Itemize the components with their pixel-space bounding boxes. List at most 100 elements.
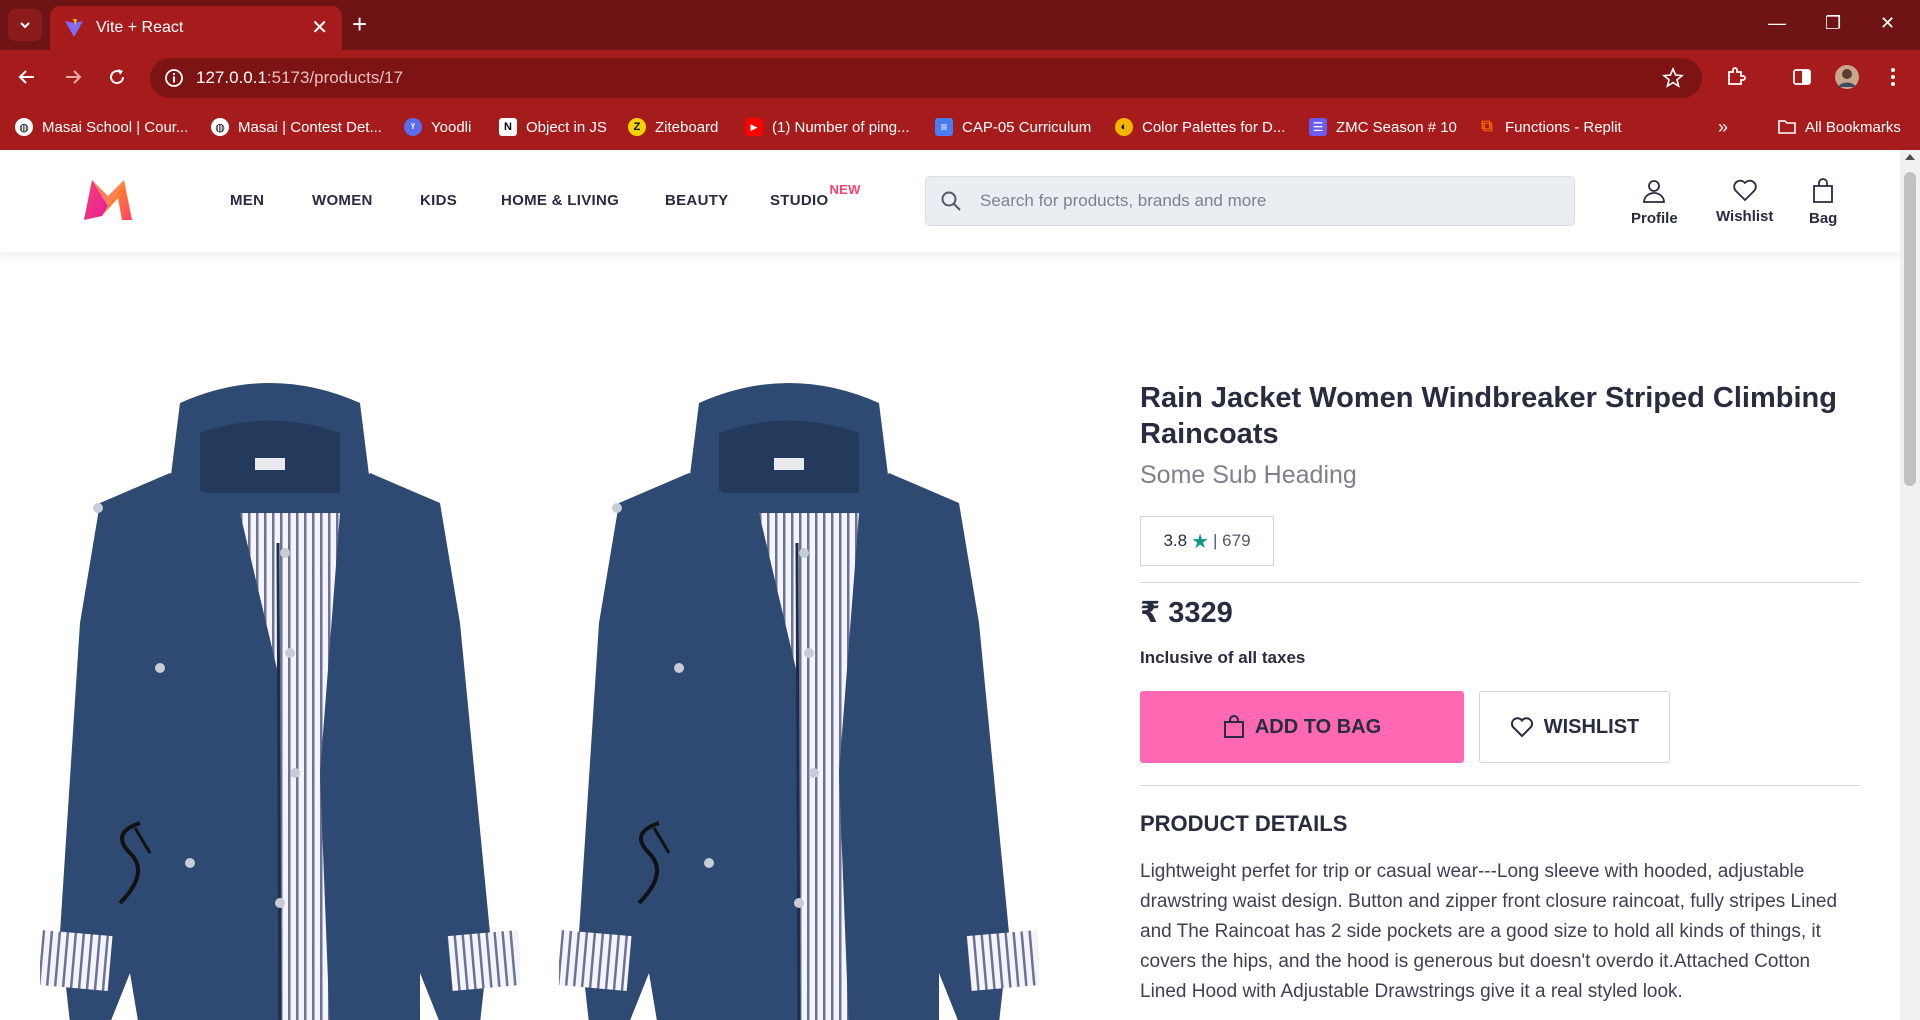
bookmark-label: Yoodli <box>431 118 472 136</box>
nav-kids[interactable]: KIDS <box>420 192 457 209</box>
nav-men[interactable]: MEN <box>230 192 264 209</box>
more-vertical-icon <box>1891 68 1895 86</box>
bookmark-label: Color Palettes for D... <box>1142 118 1286 136</box>
bookmark-item[interactable]: ▶ (1) Number of ping... <box>745 115 910 139</box>
bookmark-item[interactable]: ◍ Masai | Contest Det... <box>211 115 382 139</box>
bookmarks-bar: ◍ Masai School | Cour... ◍ Masai | Contest… <box>0 104 1920 150</box>
star-icon[interactable] <box>1662 67 1684 89</box>
nav-home-living[interactable]: HOME & LIVING <box>501 192 619 209</box>
globe-icon: ◍ <box>15 118 33 136</box>
arrow-left-icon <box>18 70 34 84</box>
address-bar[interactable]: 127.0.0.1:5173/products/17 <box>150 58 1702 98</box>
product-image-2[interactable] <box>559 373 1039 1020</box>
forward-button[interactable] <box>58 62 88 92</box>
reload-icon <box>110 69 125 85</box>
add-to-bag-button[interactable]: ADD TO BAG <box>1140 691 1464 763</box>
chevron-double-right-icon: » <box>1718 116 1729 137</box>
site-header: MEN WOMEN KIDS HOME & LIVING BEAUTY STUD… <box>0 150 1900 252</box>
puzzle-icon <box>1728 67 1746 85</box>
wishlist-button[interactable]: Wishlist <box>1716 178 1773 225</box>
search-icon <box>941 191 961 211</box>
reload-button[interactable] <box>102 62 132 92</box>
replit-icon: ⧉ <box>1481 118 1493 135</box>
restore-button[interactable]: ❐ <box>1825 12 1841 34</box>
bookmark-item[interactable]: ᵞ Yoodli <box>404 115 471 139</box>
bookmark-label: (1) Number of ping... <box>772 118 910 136</box>
browser-tab-bar: Vite + React ✕ + — ❐ ✕ <box>0 0 1920 50</box>
url-path: :5173/products/17 <box>266 68 404 87</box>
notion-icon: N <box>499 118 517 136</box>
page-viewport: MEN WOMEN KIDS HOME & LIVING BEAUTY STUD… <box>0 150 1900 1020</box>
bag-button[interactable]: Bag <box>1809 178 1837 227</box>
bookmark-label: Object in JS <box>526 118 607 136</box>
scroll-up-arrow-icon[interactable] <box>1905 154 1915 160</box>
myntra-logo[interactable] <box>78 176 138 224</box>
bookmark-item[interactable]: ≡ CAP-05 Curriculum <box>935 115 1091 139</box>
list-icon: ☰ <box>1309 118 1327 136</box>
scrollbar-thumb[interactable] <box>1904 172 1916 486</box>
bookmark-label: Masai School | Cour... <box>42 118 189 136</box>
bookmark-item[interactable]: ⧉ Functions - Replit <box>1478 115 1622 139</box>
product-details-heading: PRODUCT DETAILS <box>1140 811 1348 836</box>
nav-beauty[interactable]: BEAUTY <box>665 192 728 209</box>
profile-avatar-button[interactable] <box>1832 62 1862 92</box>
yoodli-icon: ᵞ <box>404 118 422 136</box>
docs-icon: ≡ <box>935 118 953 136</box>
close-icon[interactable]: ✕ <box>311 18 328 38</box>
bookmark-item[interactable]: Z Ziteboard <box>628 115 718 139</box>
site-info-icon[interactable] <box>164 68 184 88</box>
tax-note: Inclusive of all taxes <box>1140 648 1306 667</box>
minimize-button[interactable]: — <box>1768 12 1786 34</box>
wishlist-product-label: WISHLIST <box>1543 715 1640 738</box>
browser-menu-button[interactable] <box>1878 62 1908 92</box>
rating-badge[interactable]: 3.8 ★ | 679 <box>1140 516 1274 566</box>
search-input[interactable] <box>980 191 1540 211</box>
bookmark-label: Ziteboard <box>655 118 719 136</box>
divider <box>1140 582 1860 583</box>
bookmark-label: Functions - Replit <box>1505 118 1622 136</box>
browser-tab-active[interactable]: Vite + React ✕ <box>50 6 342 50</box>
side-panel-button[interactable] <box>1787 62 1817 92</box>
back-button[interactable] <box>12 62 42 92</box>
bookmark-item[interactable]: ☰ ZMC Season # 10 <box>1309 115 1457 139</box>
add-to-bag-label: ADD TO BAG <box>1254 715 1382 738</box>
all-bookmarks-button[interactable]: All Bookmarks <box>1777 115 1901 139</box>
vite-icon <box>65 19 83 37</box>
product-details-text: Lightweight perfet for trip or casual we… <box>1140 861 1838 1002</box>
palette-icon: ◐ <box>1115 118 1133 136</box>
folder-icon <box>1778 120 1796 134</box>
new-badge: NEW <box>829 182 861 197</box>
url-host: 127.0.0.1 <box>196 68 267 87</box>
nav-studio-label: STUDIO <box>770 192 829 209</box>
wishlist-label: Wishlist <box>1716 208 1774 225</box>
wishlist-product-button[interactable]: WISHLIST <box>1479 691 1670 763</box>
tab-search-button[interactable] <box>8 9 42 41</box>
arrow-right-icon <box>66 70 82 84</box>
extensions-button[interactable] <box>1721 62 1751 92</box>
page-scrollbar[interactable] <box>1900 150 1920 1020</box>
bookmarks-overflow-button[interactable]: » <box>1718 115 1728 139</box>
ziteboard-icon: Z <box>628 118 646 136</box>
search-bar[interactable] <box>925 176 1575 226</box>
side-panel-icon <box>1793 69 1811 85</box>
nav-women[interactable]: WOMEN <box>312 192 373 209</box>
chevron-down-icon <box>20 22 30 29</box>
heart-icon <box>1732 179 1757 202</box>
new-tab-button[interactable]: + <box>352 11 367 37</box>
window-close-button[interactable]: ✕ <box>1880 12 1895 34</box>
product-price: ₹ 3329 <box>1140 597 1233 629</box>
bookmark-item[interactable]: N Object in JS <box>499 115 607 139</box>
bookmark-item[interactable]: ◍ Masai School | Cour... <box>15 115 188 139</box>
bookmark-label: Masai | Contest Det... <box>238 118 382 136</box>
all-bookmarks-label: All Bookmarks <box>1805 118 1901 136</box>
browser-toolbar: 127.0.0.1:5173/products/17 <box>0 50 1920 104</box>
product-image-1[interactable] <box>40 373 520 1020</box>
profile-button[interactable]: Profile <box>1631 178 1678 227</box>
product-subtitle: Some Sub Heading <box>1140 461 1357 489</box>
bookmark-item[interactable]: ◐ Color Palettes for D... <box>1115 115 1285 139</box>
star-icon: ★ <box>1191 530 1210 553</box>
bookmark-label: CAP-05 Curriculum <box>962 118 1092 136</box>
rating-separator: | <box>1213 531 1223 550</box>
nav-studio[interactable]: STUDIO NEW <box>770 182 860 209</box>
rating-value: 3.8 <box>1163 531 1188 550</box>
